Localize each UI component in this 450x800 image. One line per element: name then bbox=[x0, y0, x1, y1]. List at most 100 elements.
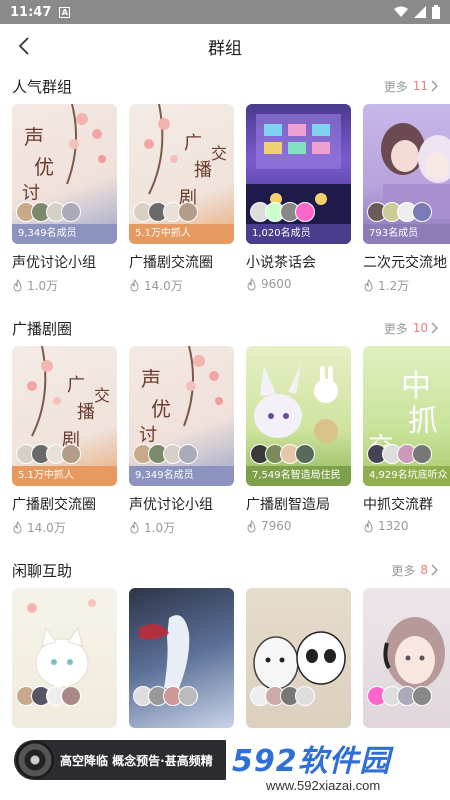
group-cover: 声 优 讨 9,349名成员 bbox=[129, 346, 234, 486]
hot-value: 1.0万 bbox=[144, 521, 176, 535]
section-header: 闲聊互助 更多 8 bbox=[0, 552, 450, 588]
svg-text:讨: 讨 bbox=[22, 183, 40, 204]
section-popular: 人气群组 更多 11 声 优 讨 9,349名成员 声优讨论小组 1.0万 广 … bbox=[0, 68, 450, 294]
hot-count: 1.0万 bbox=[12, 277, 117, 294]
group-card[interactable]: 793名成员 二次元交流地 1.2万 bbox=[363, 104, 450, 294]
group-card[interactable] bbox=[12, 588, 117, 728]
blossom-art: 广 播 交 剧 bbox=[27, 346, 110, 451]
member-avatars bbox=[250, 202, 315, 222]
group-name: 声优讨论小组 bbox=[12, 255, 96, 271]
group-cover: 1,020名成员 bbox=[246, 104, 351, 244]
flame-icon bbox=[364, 519, 373, 532]
group-card[interactable] bbox=[129, 588, 234, 728]
group-name: 中抓交流群 bbox=[363, 497, 433, 513]
svg-text:播: 播 bbox=[77, 402, 95, 423]
svg-text:优: 优 bbox=[34, 155, 54, 179]
bunny-art bbox=[254, 364, 338, 443]
group-name: 小说茶话会 bbox=[246, 255, 316, 271]
blossom-art: 声 优 讨 bbox=[139, 346, 223, 446]
battery-icon bbox=[432, 5, 440, 19]
title-bar: 群组 bbox=[0, 24, 450, 68]
group-card[interactable] bbox=[363, 588, 450, 728]
hot-count: 14.0万 bbox=[12, 519, 117, 536]
flame-icon bbox=[247, 277, 256, 290]
more-label: 更多 bbox=[383, 321, 408, 336]
group-name: 广播剧智造局 bbox=[246, 497, 330, 513]
mini-player[interactable]: 高空降临 概念预告·甚高频精 bbox=[14, 740, 244, 780]
watermark: 592软件园 www.592xiazai.com bbox=[226, 730, 450, 800]
svg-text:广: 广 bbox=[184, 133, 202, 154]
flame-icon bbox=[247, 519, 256, 532]
section-chat-help: 闲聊互助 更多 8 bbox=[0, 552, 450, 728]
back-button[interactable] bbox=[10, 32, 38, 60]
member-avatars bbox=[16, 444, 81, 464]
more-count: 11 bbox=[412, 79, 428, 93]
chevron-right-icon bbox=[431, 564, 438, 576]
more-label: 更多 bbox=[383, 79, 408, 94]
hot-value: 7960 bbox=[261, 519, 292, 533]
member-avatars bbox=[133, 686, 198, 706]
more-count: 10 bbox=[412, 321, 428, 335]
section-title: 闲聊互助 bbox=[12, 561, 73, 580]
member-avatars bbox=[367, 202, 432, 222]
hot-count: 14.0万 bbox=[129, 277, 234, 294]
svg-text:播: 播 bbox=[194, 160, 212, 181]
group-card[interactable] bbox=[246, 588, 351, 728]
member-count: 7,549名智造局住民 bbox=[246, 466, 351, 486]
wifi-icon bbox=[394, 6, 408, 17]
member-avatars bbox=[250, 444, 315, 464]
status-bar: 11:47 A bbox=[0, 0, 450, 24]
section-title: 广播剧圈 bbox=[12, 319, 73, 338]
more-link[interactable]: 更多 11 bbox=[384, 78, 438, 95]
group-card[interactable]: 广 播 交 剧 5.1万中抓人 广播剧交流圈 14.0万 bbox=[12, 346, 117, 536]
more-link[interactable]: 更多 8 bbox=[391, 562, 438, 579]
flame-icon bbox=[130, 521, 139, 534]
hot-count: 7960 bbox=[246, 519, 351, 533]
blossom-art: 广 播 交 剧 bbox=[144, 104, 227, 209]
group-card[interactable]: 声 优 讨 9,349名成员 声优讨论小组 1.0万 bbox=[12, 104, 117, 294]
svg-text:广: 广 bbox=[67, 375, 85, 396]
svg-text:优: 优 bbox=[151, 397, 171, 421]
cat-art bbox=[27, 599, 96, 688]
hot-count: 1320 bbox=[363, 519, 450, 533]
more-label: 更多 bbox=[391, 563, 416, 578]
group-card[interactable]: 1,020名成员 小说茶话会 9600 bbox=[246, 104, 351, 294]
more-link[interactable]: 更多 10 bbox=[384, 320, 438, 337]
chevron-left-icon bbox=[18, 37, 29, 55]
svg-text:讨: 讨 bbox=[139, 425, 157, 446]
hot-value: 1320 bbox=[378, 519, 409, 533]
mini-player-title: 高空降临 概念预告·甚高频精 bbox=[60, 753, 213, 768]
member-avatars bbox=[250, 686, 315, 706]
watermark-logo: 592软件园 bbox=[232, 744, 391, 779]
svg-text:交: 交 bbox=[94, 386, 110, 405]
hot-value: 14.0万 bbox=[27, 521, 66, 535]
chevron-right-icon bbox=[431, 80, 438, 92]
member-count: 5.1万中抓人 bbox=[12, 466, 117, 486]
member-count: 9,349名成员 bbox=[12, 224, 117, 244]
member-avatars bbox=[367, 686, 432, 706]
group-card[interactable]: 7,549名智造局住民 广播剧智造局 7960 bbox=[246, 346, 351, 536]
group-card[interactable]: 中 抓 交 4,929名坑底听众 中抓交流群 1320 bbox=[363, 346, 450, 536]
member-count: 4,929名坑底听众 bbox=[363, 466, 450, 486]
cafe-art bbox=[246, 114, 351, 224]
card-row bbox=[0, 588, 450, 728]
group-cover bbox=[363, 588, 450, 728]
flame-icon bbox=[130, 279, 139, 292]
figure-art bbox=[139, 615, 190, 688]
art-char: 声 bbox=[24, 125, 44, 149]
member-avatars bbox=[16, 202, 81, 222]
member-avatars bbox=[16, 686, 81, 706]
section-title: 人气群组 bbox=[12, 77, 73, 96]
group-card[interactable]: 声 优 讨 9,349名成员 声优讨论小组 1.0万 bbox=[129, 346, 234, 536]
group-cover bbox=[246, 588, 351, 728]
member-count: 1,020名成员 bbox=[246, 224, 351, 244]
bears-art bbox=[253, 631, 346, 690]
flame-icon bbox=[13, 521, 22, 534]
notification-icon: A bbox=[59, 6, 71, 18]
group-cover: 中 抓 交 4,929名坑底听众 bbox=[363, 346, 450, 486]
group-cover: 声 优 讨 9,349名成员 bbox=[12, 104, 117, 244]
member-count: 5.1万中抓人 bbox=[129, 224, 234, 244]
more-count: 8 bbox=[420, 563, 428, 577]
group-card[interactable]: 广 播 交 剧 5.1万中抓人 广播剧交流圈 14.0万 bbox=[129, 104, 234, 294]
hot-count: 1.0万 bbox=[129, 519, 234, 536]
